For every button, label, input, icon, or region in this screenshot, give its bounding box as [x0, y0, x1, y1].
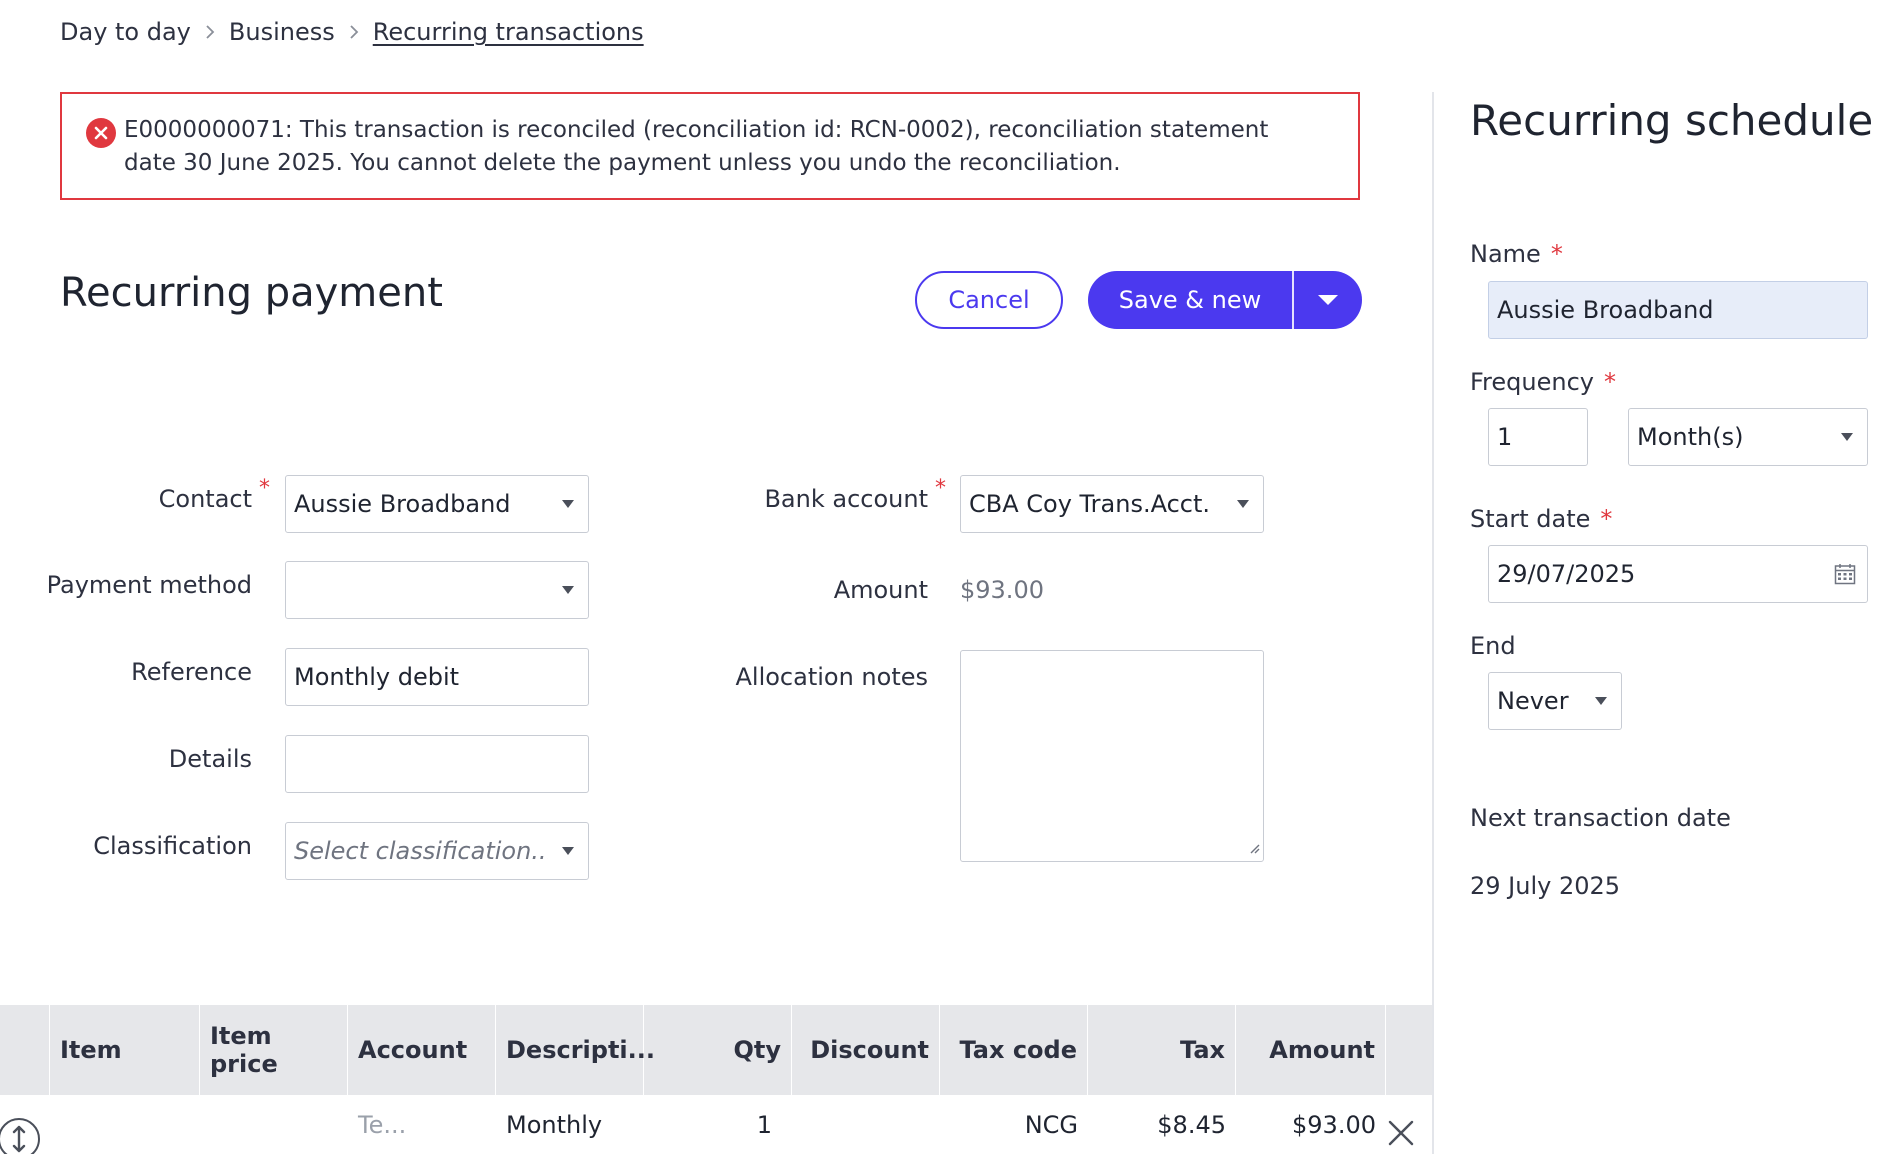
split-divider [1292, 271, 1294, 329]
close-icon[interactable] [1388, 1120, 1414, 1150]
next-transaction-value: 29 July 2025 [1470, 872, 1621, 900]
save-and-new-button[interactable]: Save & new [1088, 271, 1292, 329]
payment-method-label: Payment method [46, 571, 252, 599]
cell-description[interactable]: Monthly [496, 1095, 644, 1154]
schedule-title: Recurring schedule [1470, 96, 1874, 145]
cell-tax[interactable]: $8.45 [1088, 1095, 1236, 1154]
breadcrumb-day-to-day[interactable]: Day to day [60, 18, 191, 46]
contact-required-marker: * [259, 476, 270, 501]
column-item-price[interactable]: Item price [200, 1005, 348, 1095]
column-tax[interactable]: Tax [1088, 1005, 1236, 1095]
cell-tax-code[interactable]: NCG [940, 1095, 1088, 1154]
frequency-label: Frequency * [1470, 368, 1616, 396]
error-circle-icon [86, 118, 116, 148]
frequency-count-input[interactable]: 1 [1488, 408, 1588, 466]
schedule-name-value: Aussie Broadband [1497, 296, 1714, 324]
column-item[interactable]: Item [50, 1005, 200, 1095]
amount-value: $93.00 [960, 576, 1044, 604]
amount-label: Amount [833, 576, 928, 604]
save-options-caret-down-icon[interactable] [1294, 271, 1362, 329]
end-select[interactable]: Never [1488, 672, 1622, 730]
column-description[interactable]: Descripti... [496, 1005, 655, 1095]
cell-item[interactable] [50, 1095, 200, 1154]
table-row: Te... Monthly 1 NCG $8.45 $93.00 [0, 1095, 1432, 1154]
chevron-right-icon [205, 24, 215, 40]
cell-account[interactable]: Te... [348, 1095, 496, 1154]
caret-down-icon [548, 586, 588, 594]
contact-label: Contact [158, 485, 252, 513]
calendar-icon[interactable] [1823, 563, 1867, 585]
contact-select[interactable]: Aussie Broadband [285, 475, 589, 533]
classification-select[interactable]: Select classification... [285, 822, 589, 880]
allocation-notes-label: Allocation notes [735, 663, 928, 691]
save-split-button: Save & new [1088, 271, 1362, 329]
cell-amount[interactable]: $93.00 [1236, 1095, 1386, 1154]
column-handle [0, 1005, 50, 1095]
allocation-notes-textarea[interactable] [960, 650, 1264, 862]
column-qty[interactable]: Qty [644, 1005, 792, 1095]
cell-qty[interactable]: 1 [644, 1095, 792, 1154]
schedule-name-label: Name * [1470, 240, 1563, 268]
frequency-count-value: 1 [1497, 423, 1513, 451]
caret-down-icon [548, 500, 588, 508]
classification-placeholder: Select classification... [294, 837, 548, 865]
reference-input[interactable]: Monthly debit [285, 648, 589, 706]
cancel-button[interactable]: Cancel [915, 271, 1063, 329]
column-actions [1386, 1005, 1432, 1095]
column-amount[interactable]: Amount [1236, 1005, 1386, 1095]
start-date-label: Start date * [1470, 505, 1613, 533]
contact-value: Aussie Broadband [294, 490, 511, 518]
bank-account-required-marker: * [935, 476, 946, 501]
page-title: Recurring payment [60, 270, 443, 316]
chevron-right-icon [349, 24, 359, 40]
caret-down-icon [1827, 433, 1867, 441]
reference-label: Reference [131, 658, 252, 686]
details-label: Details [168, 745, 252, 773]
error-banner: E0000000071: This transaction is reconci… [60, 92, 1360, 200]
caret-down-icon [1581, 697, 1621, 705]
end-label: End [1470, 632, 1516, 660]
caret-down-icon [548, 847, 588, 855]
bank-account-value: CBA Coy Trans.Acct. [969, 490, 1211, 518]
breadcrumb-business[interactable]: Business [229, 18, 335, 46]
error-message: E0000000071: This transaction is reconci… [124, 117, 1269, 176]
schedule-name-input[interactable]: Aussie Broadband [1488, 281, 1868, 339]
start-date-input[interactable]: 29/07/2025 [1488, 545, 1868, 603]
cell-item-price[interactable] [200, 1095, 348, 1154]
breadcrumb-recurring-transactions[interactable]: Recurring transactions [373, 18, 644, 46]
frequency-unit-select[interactable]: Month(s) [1628, 408, 1868, 466]
cell-discount[interactable] [792, 1095, 940, 1154]
payment-method-select[interactable] [285, 561, 589, 619]
frequency-unit-value: Month(s) [1637, 423, 1744, 451]
next-transaction-label: Next transaction date [1470, 804, 1731, 832]
breadcrumb: Day to day Business Recurring transactio… [60, 14, 644, 50]
end-value: Never [1497, 687, 1569, 715]
bank-account-label: Bank account [764, 485, 928, 513]
line-items-header: Item Item price Account Descripti... Qty… [0, 1005, 1432, 1095]
start-date-value: 29/07/2025 [1497, 560, 1636, 588]
column-tax-code[interactable]: Tax code [940, 1005, 1088, 1095]
resize-grip-icon[interactable] [1248, 839, 1260, 858]
column-account[interactable]: Account [348, 1005, 496, 1095]
column-discount[interactable]: Discount [792, 1005, 940, 1095]
caret-down-icon [1223, 500, 1263, 508]
bank-account-select[interactable]: CBA Coy Trans.Acct. [960, 475, 1264, 533]
classification-label: Classification [93, 832, 252, 860]
details-input[interactable] [285, 735, 589, 793]
reference-value: Monthly debit [294, 663, 460, 691]
